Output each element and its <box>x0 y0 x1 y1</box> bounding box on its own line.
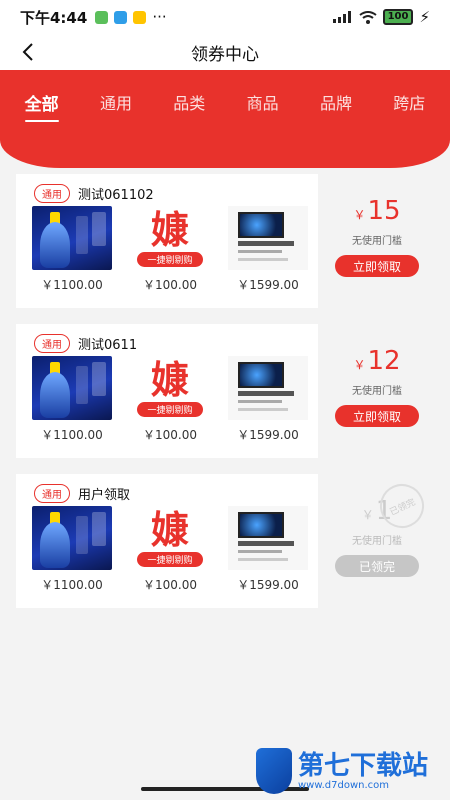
coupon-type-tag: 通用 <box>34 183 70 203</box>
product-item[interactable]: ￥1599.00 <box>228 356 308 443</box>
claim-button[interactable]: 立即领取 <box>335 255 419 277</box>
coupon-card[interactable]: 通用 测试0611 ￥1100.00 嫝 一捷剔剔购 ￥100.00 ￥1599… <box>16 324 318 458</box>
currency-symbol: ￥ <box>353 358 366 372</box>
baijiu-bottle-image <box>32 506 112 570</box>
product-price: ￥1599.00 <box>237 428 299 442</box>
coupon-title: 用户领取 <box>78 487 131 503</box>
product-list: ￥1100.00 嫝 一捷剔剔购 ￥100.00 ￥1599.00 <box>16 356 318 443</box>
sold-out-button[interactable]: 已领完 <box>335 555 419 577</box>
signal-icon <box>332 11 351 23</box>
sold-out-stamp: 已领完 <box>372 476 432 536</box>
site-watermark: 第七下载站 www.d7down.com <box>256 748 428 794</box>
coupon-value-panel: ￥ 15 无使用门槛 立即领取 <box>330 196 424 277</box>
status-app-icons: ··· <box>95 8 167 26</box>
logo-ribbon: 一捷剔剔购 <box>137 401 203 417</box>
navigation-bar: 领券中心 <box>0 34 450 70</box>
product-list: ￥1100.00 嫝 一捷剔剔购 ￥100.00 ￥1599.00 <box>16 206 318 293</box>
product-item[interactable]: ￥1100.00 <box>32 206 112 293</box>
app-notification-icon <box>133 10 147 24</box>
page-title: 领券中心 <box>191 44 259 65</box>
product-list: ￥1100.00 嫝 一捷剔剔购 ￥100.00 ￥1599.00 <box>16 506 318 593</box>
tab-brand[interactable]: 品牌 <box>316 82 356 122</box>
coupon-card[interactable]: 通用 用户领取 ￥1100.00 嫝 一捷剔剔购 ￥100.00 ￥1599.0… <box>16 474 318 608</box>
coupon-title: 测试061102 <box>78 187 154 203</box>
product-price: ￥1599.00 <box>237 278 299 292</box>
amount-value: 12 <box>367 346 401 376</box>
product-price: ￥1599.00 <box>237 578 299 592</box>
coupon-amount: ￥ 12 <box>353 346 400 376</box>
tab-category[interactable]: 品类 <box>169 82 209 122</box>
back-arrow-icon <box>22 43 33 61</box>
watermark-title: 第七下载站 <box>298 750 429 781</box>
tab-cross-store[interactable]: 跨店 <box>389 82 429 122</box>
product-price: ￥1100.00 <box>41 428 103 442</box>
store-logo-image: 嫝 一捷剔剔购 <box>130 206 210 270</box>
category-tabs: 全部 通用 品类 商品 品牌 跨店 <box>0 82 450 122</box>
watermark-url: www.d7down.com <box>298 779 390 791</box>
product-item[interactable]: ￥1599.00 <box>228 206 308 293</box>
tab-product[interactable]: 商品 <box>243 82 283 122</box>
baijiu-bottle-image <box>32 356 112 420</box>
coupon-value-panel: ￥ 12 无使用门槛 立即领取 <box>330 346 424 427</box>
claim-button[interactable]: 立即领取 <box>335 405 419 427</box>
logo-ribbon: 一捷剔剔购 <box>137 251 203 267</box>
coupon-amount: ￥ 15 <box>353 196 400 226</box>
product-item[interactable]: ￥1100.00 <box>32 356 112 443</box>
coupon-value-panel: 已领完 ￥ 1 无使用门槛 已领完 <box>330 476 432 577</box>
baijiu-bottle-image <box>32 206 112 270</box>
app-notification-icon <box>114 10 128 24</box>
coupon-type-tag: 通用 <box>34 333 70 353</box>
macbook-air-image <box>228 356 308 420</box>
macbook-air-image <box>228 506 308 570</box>
coupon-card[interactable]: 通用 测试061102 ￥1100.00 嫝 一捷剔剔购 ￥100.00 ￥15… <box>16 174 318 308</box>
coupon-type-tag: 通用 <box>34 483 70 503</box>
tab-all[interactable]: 全部 <box>21 82 63 122</box>
logo-char: 嫝 <box>150 356 189 402</box>
status-time: 下午4:44 <box>20 8 88 27</box>
charging-icon: ⚡ <box>419 8 430 26</box>
coupon-title: 测试0611 <box>78 337 138 353</box>
wifi-icon <box>358 10 377 24</box>
usage-threshold: 无使用门槛 <box>352 536 402 547</box>
watermark-logo-icon <box>256 748 292 794</box>
tab-general[interactable]: 通用 <box>96 82 136 122</box>
logo-char: 嫝 <box>150 506 189 552</box>
back-button[interactable] <box>14 38 42 66</box>
product-price: ￥1100.00 <box>41 278 103 292</box>
store-logo-image: 嫝 一捷剔剔购 <box>130 356 210 420</box>
product-item[interactable]: ￥1599.00 <box>228 506 308 593</box>
usage-threshold: 无使用门槛 <box>352 386 402 397</box>
currency-symbol: ￥ <box>353 208 366 222</box>
more-dots-icon: ··· <box>152 8 167 26</box>
logo-char: 嫝 <box>150 206 189 252</box>
product-price: ￥100.00 <box>143 578 197 592</box>
battery-icon: 100 <box>382 9 414 25</box>
amount-value: 15 <box>367 196 401 226</box>
product-item[interactable]: 嫝 一捷剔剔购 ￥100.00 <box>130 506 210 593</box>
usage-threshold: 无使用门槛 <box>352 236 402 247</box>
product-item[interactable]: 嫝 一捷剔剔购 ￥100.00 <box>130 206 210 293</box>
app-notification-icon <box>95 10 109 24</box>
logo-ribbon: 一捷剔剔购 <box>137 551 203 567</box>
product-price: ￥100.00 <box>143 278 197 292</box>
currency-symbol: ￥ <box>361 508 374 522</box>
product-price: ￥100.00 <box>143 428 197 442</box>
status-bar: 下午4:44 ··· 100 ⚡ <box>0 0 450 34</box>
status-right: 100 ⚡ <box>332 8 430 26</box>
product-price: ￥1100.00 <box>41 578 103 592</box>
product-item[interactable]: 嫝 一捷剔剔购 ￥100.00 <box>130 356 210 443</box>
macbook-air-image <box>228 206 308 270</box>
product-item[interactable]: ￥1100.00 <box>32 506 112 593</box>
store-logo-image: 嫝 一捷剔剔购 <box>130 506 210 570</box>
